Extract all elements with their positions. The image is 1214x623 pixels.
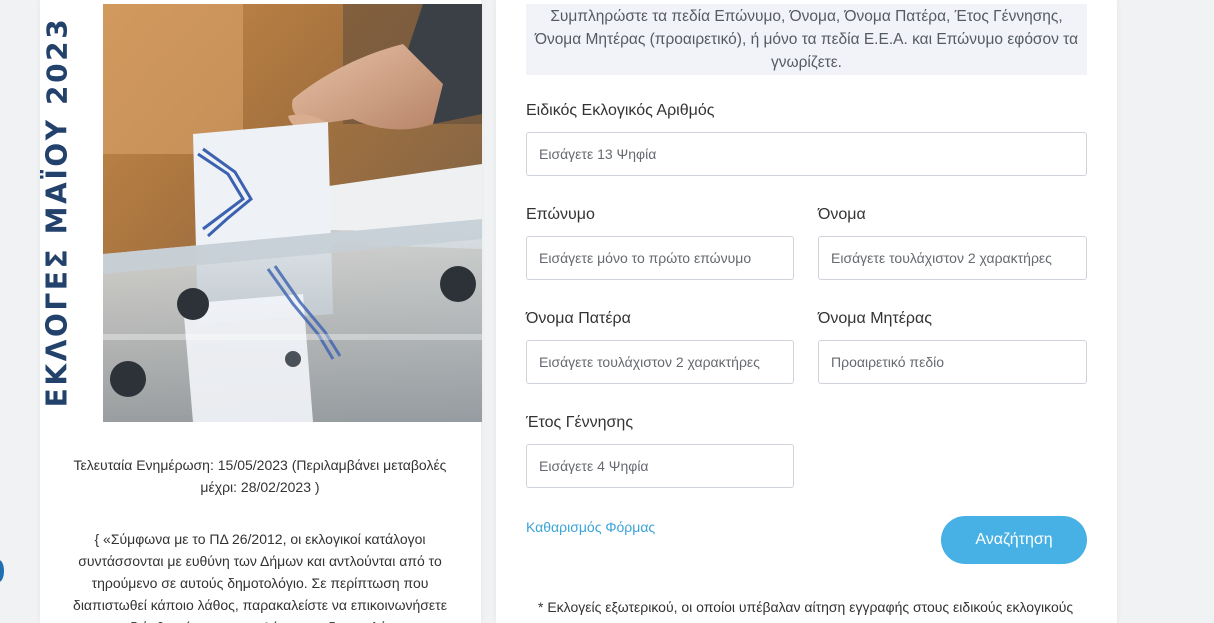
edge-widget-icon[interactable] bbox=[0, 560, 4, 582]
birth-year-input[interactable] bbox=[526, 444, 794, 488]
surname-input[interactable] bbox=[526, 236, 794, 280]
father-name-input[interactable] bbox=[526, 340, 794, 384]
ballot-box-photo bbox=[103, 4, 482, 422]
mother-name-label: Όνομα Μητέρας bbox=[818, 310, 932, 327]
footnote-text: * Εκλογείς εξωτερικού, οι οποίοι υπέβαλα… bbox=[538, 599, 1074, 615]
name-label: Όνομα bbox=[818, 206, 866, 223]
eea-label: Ειδικός Εκλογικός Αριθμός bbox=[526, 102, 715, 119]
legal-notice-text: { «Σύμφωνα με το ΠΔ 26/2012, οι εκλογικο… bbox=[73, 531, 447, 623]
birth-year-label: Έτος Γέννησης bbox=[526, 414, 634, 431]
clear-form-link[interactable]: Καθαρισμός Φόρμας bbox=[526, 519, 655, 535]
side-title-text: ΕΚΛΟΓΕΣ ΜΑΪΟΥ 2023 bbox=[40, 16, 74, 408]
search-button[interactable]: Αναζήτηση bbox=[941, 516, 1087, 564]
mother-name-input[interactable] bbox=[818, 340, 1087, 384]
father-name-label: Όνομα Πατέρα bbox=[526, 310, 631, 327]
last-update-text: Τελευταία Ενημέρωση: 15/05/2023 (Περιλαμ… bbox=[73, 457, 447, 495]
form-instructions: Συμπληρώστε τα πεδία Επώνυμο, Όνομα, Όνο… bbox=[526, 4, 1087, 75]
name-input[interactable] bbox=[818, 236, 1087, 280]
eea-input[interactable] bbox=[526, 132, 1087, 176]
page: ΕΚΛΟΓΕΣ ΜΑΪΟΥ 2023 Τελευταία Ενημέρωση: … bbox=[0, 0, 1214, 623]
surname-label: Επώνυμο bbox=[526, 206, 595, 223]
